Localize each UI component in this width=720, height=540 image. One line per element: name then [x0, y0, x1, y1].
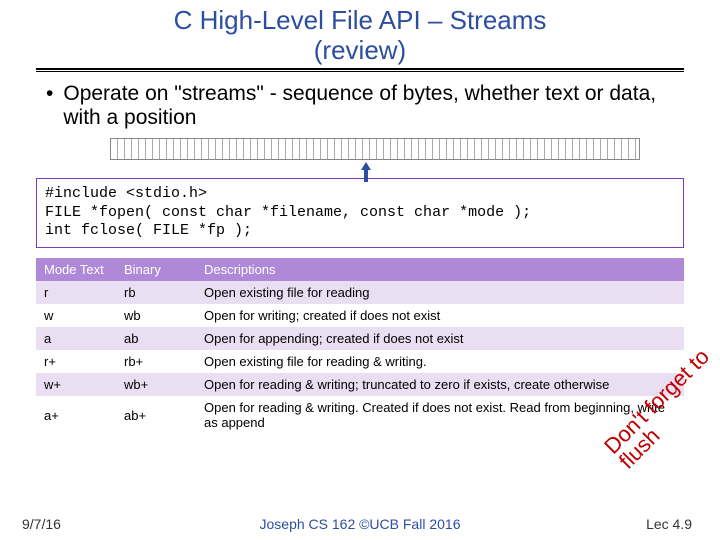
- bullet-text: Operate on "streams" - sequence of bytes…: [63, 82, 680, 130]
- title-line1: C High-Level File API – Streams: [174, 5, 547, 35]
- byte-stream-bar: [110, 138, 640, 160]
- cell-desc: Open existing file for reading & writing…: [196, 350, 684, 373]
- table-row: w wb Open for writing; created if does n…: [36, 304, 684, 327]
- table-row: w+ wb+ Open for reading & writing; trunc…: [36, 373, 684, 396]
- header-desc: Descriptions: [196, 258, 684, 281]
- table-row: r+ rb+ Open existing file for reading & …: [36, 350, 684, 373]
- table-row: a ab Open for appending; created if does…: [36, 327, 684, 350]
- cell-binary: rb+: [116, 350, 196, 373]
- bullet-dot-icon: •: [46, 82, 53, 130]
- footer-center: Joseph CS 162 ©UCB Fall 2016: [0, 516, 720, 532]
- cell-desc: Open for writing; created if does not ex…: [196, 304, 684, 327]
- cell-binary: wb: [116, 304, 196, 327]
- cell-binary: wb+: [116, 373, 196, 396]
- cell-desc: Open existing file for reading: [196, 281, 684, 304]
- bullet-item: • Operate on "streams" - sequence of byt…: [40, 82, 680, 130]
- header-binary: Binary: [116, 258, 196, 281]
- cell-desc: Open for appending; created if does not …: [196, 327, 684, 350]
- cell-mode: r+: [36, 350, 116, 373]
- cell-desc: Open for reading & writing; truncated to…: [196, 373, 684, 396]
- cell-mode: w+: [36, 373, 116, 396]
- footer-date: 9/7/16: [22, 516, 61, 532]
- cell-mode: r: [36, 281, 116, 304]
- cell-mode: w: [36, 304, 116, 327]
- title-line2: (review): [314, 35, 406, 65]
- header-mode: Mode Text: [36, 258, 116, 281]
- cell-binary: ab+: [116, 396, 196, 434]
- cell-binary: rb: [116, 281, 196, 304]
- mode-table: Mode Text Binary Descriptions r rb Open …: [36, 258, 684, 434]
- cell-mode: a+: [36, 396, 116, 434]
- cell-mode: a: [36, 327, 116, 350]
- slide-title: C High-Level File API – Streams (review): [0, 0, 720, 66]
- code-snippet: #include <stdio.h> FILE *fopen( const ch…: [36, 178, 684, 248]
- table-header-row: Mode Text Binary Descriptions: [36, 258, 684, 281]
- footer: 9/7/16 Joseph CS 162 ©UCB Fall 2016 Lec …: [0, 516, 720, 532]
- table-row: r rb Open existing file for reading: [36, 281, 684, 304]
- cell-binary: ab: [116, 327, 196, 350]
- bullet-list: • Operate on "streams" - sequence of byt…: [40, 82, 680, 130]
- title-rule: [36, 68, 684, 72]
- footer-lec: Lec 4.9: [646, 516, 692, 532]
- table-row: a+ ab+ Open for reading & writing. Creat…: [36, 396, 684, 434]
